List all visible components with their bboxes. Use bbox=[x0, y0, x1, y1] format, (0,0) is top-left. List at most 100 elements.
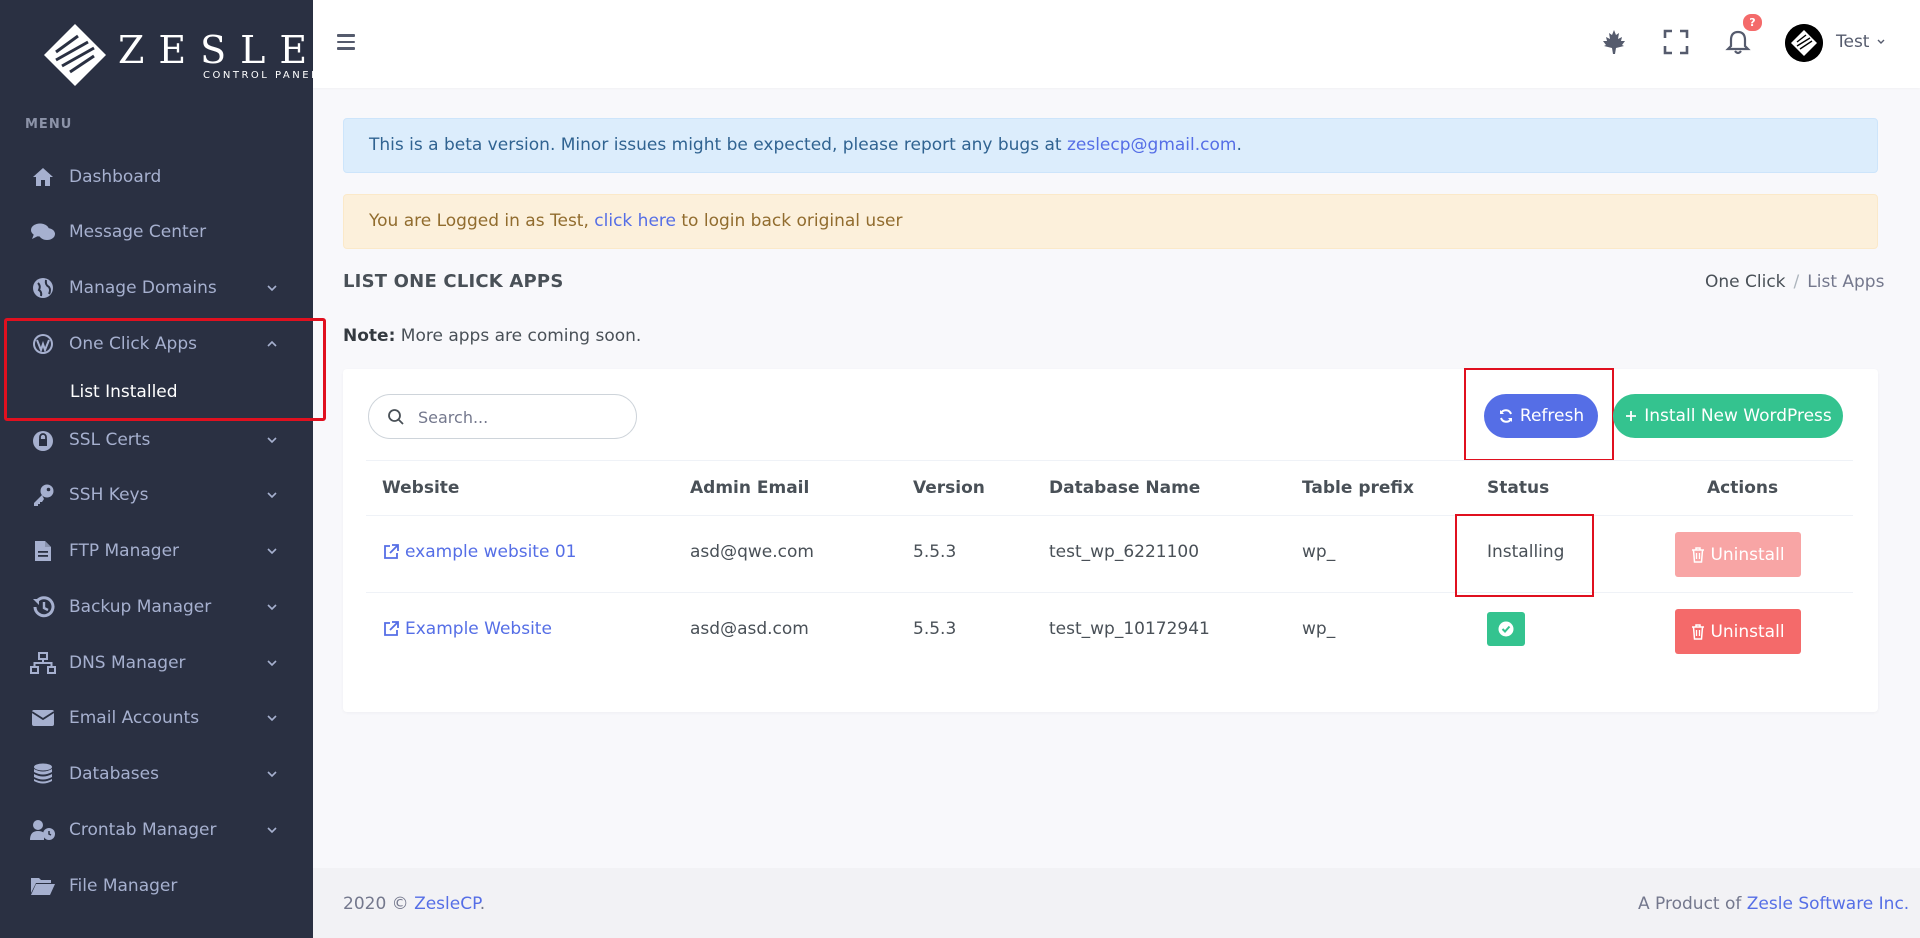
user-clock-icon bbox=[30, 818, 56, 842]
chevron-down-icon bbox=[267, 660, 277, 667]
admin-email: asd@asd.com bbox=[690, 619, 809, 639]
chevron-down-icon bbox=[267, 548, 277, 555]
globe-icon bbox=[30, 276, 56, 300]
refresh-icon bbox=[1498, 408, 1514, 424]
search-icon bbox=[388, 409, 404, 425]
sidebar-item-label: SSH Keys bbox=[69, 485, 149, 505]
column-header-actions: Actions bbox=[1707, 478, 1779, 498]
note: Note: More apps are coming soon. bbox=[343, 326, 641, 346]
brand-name: ZESLE bbox=[118, 27, 322, 72]
search-input[interactable] bbox=[418, 405, 618, 429]
file-icon bbox=[30, 539, 56, 563]
sidebar-item-dns-manager[interactable]: DNS Manager bbox=[0, 638, 313, 688]
sidebar-item-email-accounts[interactable]: Email Accounts bbox=[0, 693, 313, 743]
login-back-link[interactable]: click here bbox=[594, 211, 676, 231]
footer-copyright: 2020 © ZesleCP. bbox=[343, 894, 486, 914]
canada-flag-icon[interactable] bbox=[1600, 28, 1628, 56]
website-link[interactable]: example website 01 bbox=[382, 542, 576, 562]
install-label: Install New WordPress bbox=[1644, 406, 1832, 426]
column-header-database-name: Database Name bbox=[1049, 478, 1201, 498]
sidebar-item-ssl-certs[interactable]: SSL Certs bbox=[0, 415, 313, 465]
user-name[interactable]: Test bbox=[1836, 32, 1869, 52]
envelope-icon bbox=[30, 706, 56, 730]
chat-icon bbox=[30, 220, 56, 244]
refresh-label: Refresh bbox=[1519, 406, 1585, 426]
check-circle-icon bbox=[1498, 621, 1514, 637]
sidebar-item-label: Email Accounts bbox=[69, 708, 200, 728]
footer-company-link[interactable]: Zesle Software Inc. bbox=[1747, 894, 1909, 914]
highlight-box-one-click-apps bbox=[4, 318, 326, 421]
status-ok-badge bbox=[1487, 612, 1525, 646]
table-prefix: wp_ bbox=[1302, 542, 1336, 562]
sidebar-item-file-manager[interactable]: File Manager bbox=[0, 861, 313, 911]
folder-open-icon bbox=[30, 874, 56, 898]
chevron-down-icon[interactable] bbox=[1876, 37, 1886, 47]
footer-product: A Product of Zesle Software Inc. bbox=[1638, 894, 1910, 914]
support-email-link[interactable]: zeslecp@gmail.com bbox=[1067, 135, 1237, 155]
note-text: More apps are coming soon. bbox=[395, 326, 642, 346]
breadcrumb-item[interactable]: One Click bbox=[1705, 272, 1786, 292]
table-prefix: wp_ bbox=[1302, 619, 1336, 639]
sidebar-item-message-center[interactable]: Message Center bbox=[0, 207, 313, 257]
fullscreen-icon[interactable] bbox=[1662, 28, 1690, 56]
sidebar-item-manage-domains[interactable]: Manage Domains bbox=[0, 263, 313, 313]
sidebar-item-ssh-keys[interactable]: SSH Keys bbox=[0, 470, 313, 520]
sidebar-item-label: Databases bbox=[69, 764, 159, 784]
external-link-icon bbox=[384, 621, 399, 636]
chevron-down-icon bbox=[267, 827, 277, 834]
sidebar-item-databases[interactable]: Databases bbox=[0, 749, 313, 799]
sidebar-item-label: SSL Certs bbox=[69, 430, 151, 450]
version: 5.5.3 bbox=[913, 619, 957, 639]
highlight-box-status bbox=[1455, 514, 1594, 597]
chevron-down-icon bbox=[267, 492, 277, 499]
sidebar-item-label: Dashboard bbox=[69, 167, 162, 187]
sidebar-item-crontab-manager[interactable]: Crontab Manager bbox=[0, 805, 313, 855]
login-as-alert: You are Logged in as Test, click here to… bbox=[343, 194, 1878, 249]
sidebar-item-label: Crontab Manager bbox=[69, 820, 217, 840]
website-link[interactable]: Example Website bbox=[382, 619, 552, 639]
sidebar-item-backup-manager[interactable]: Backup Manager bbox=[0, 582, 313, 632]
breadcrumb-item-active: List Apps bbox=[1807, 272, 1885, 292]
column-header-status: Status bbox=[1487, 478, 1550, 498]
database-name: test_wp_6221100 bbox=[1049, 542, 1200, 562]
sidebar-item-label: FTP Manager bbox=[69, 541, 180, 561]
history-icon bbox=[30, 595, 56, 619]
search-box[interactable] bbox=[368, 394, 637, 439]
table-header-row: Website Admin Email Version Database Nam… bbox=[366, 460, 1853, 515]
sidebar-item-label: File Manager bbox=[69, 876, 178, 896]
home-icon bbox=[30, 165, 56, 189]
sidebar: ZESLE CONTROL PANEL MENU Dashboard Messa… bbox=[0, 0, 317, 938]
sidebar-item-ftp-manager[interactable]: FTP Manager bbox=[0, 526, 313, 576]
column-header-admin-email: Admin Email bbox=[690, 478, 810, 498]
refresh-button[interactable]: Refresh bbox=[1484, 394, 1598, 438]
breadcrumb: One Click / List Apps bbox=[1705, 272, 1885, 292]
uninstall-button[interactable]: Uninstall bbox=[1675, 532, 1801, 577]
avatar[interactable] bbox=[1785, 24, 1823, 62]
login-alert-text: You are Logged in as Test, bbox=[369, 211, 595, 231]
plus-icon bbox=[1624, 409, 1638, 423]
page-title: LIST ONE CLICK APPS bbox=[343, 271, 564, 292]
notification-badge: ? bbox=[1743, 14, 1762, 31]
install-wordpress-button[interactable]: Install New WordPress bbox=[1613, 394, 1843, 438]
lock-icon bbox=[30, 428, 56, 452]
chevron-down-icon bbox=[267, 604, 277, 611]
admin-email: asd@qwe.com bbox=[690, 542, 814, 562]
sidebar-item-dashboard[interactable]: Dashboard bbox=[0, 152, 313, 202]
trash-icon bbox=[1692, 623, 1705, 640]
chevron-down-icon bbox=[267, 715, 277, 722]
chevron-down-icon bbox=[267, 285, 277, 292]
footer-zeslecp-link[interactable]: ZesleCP bbox=[414, 894, 480, 914]
uninstall-button[interactable]: Uninstall bbox=[1675, 609, 1801, 654]
chevron-down-icon bbox=[267, 771, 277, 778]
table-row: Example Website asd@asd.com 5.5.3 test_w… bbox=[366, 592, 1853, 668]
bell-icon[interactable] bbox=[1724, 28, 1752, 56]
note-label: Note: bbox=[343, 326, 396, 346]
logo[interactable]: ZESLE CONTROL PANEL bbox=[42, 20, 317, 90]
beta-alert-text: This is a beta version. Minor issues mig… bbox=[369, 135, 1067, 155]
chevron-down-icon bbox=[267, 437, 277, 444]
hamburger-menu-icon[interactable] bbox=[337, 34, 355, 50]
version: 5.5.3 bbox=[913, 542, 957, 562]
sidebar-item-label: DNS Manager bbox=[69, 653, 186, 673]
database-name: test_wp_10172941 bbox=[1049, 619, 1210, 639]
sidebar-item-label: Message Center bbox=[69, 222, 207, 242]
